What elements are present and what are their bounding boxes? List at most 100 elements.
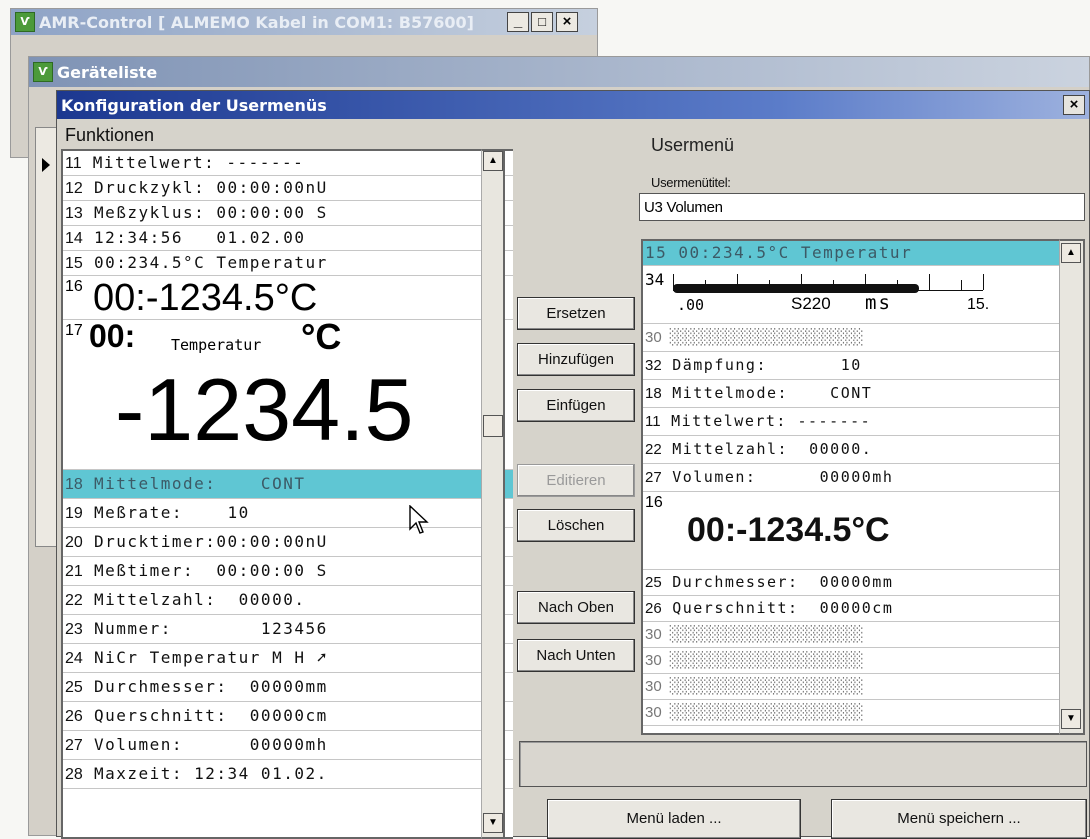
dialog-close-button[interactable]: × [1063, 95, 1085, 115]
item-text: Dämpfung: 10 [672, 356, 862, 374]
list-item[interactable]: 18 Mittelmode: CONT [643, 380, 1061, 408]
item-number: 16 [65, 278, 83, 295]
item-number: 26 [65, 708, 83, 725]
item-text: Mittelzahl: 00000. [672, 440, 873, 458]
list-item[interactable]: 28 Maxzeit: 12:34 01.02. [63, 760, 513, 789]
item-number: 26 [645, 600, 662, 617]
maximize-button[interactable]: □ [531, 12, 553, 32]
scrollbar-thumb[interactable] [483, 415, 503, 437]
einfuegen-button[interactable]: Einfügen [517, 389, 635, 422]
list-item[interactable]: 23 Nummer: 123456 [63, 615, 513, 644]
scroll-down-icon[interactable]: ▼ [1061, 709, 1081, 729]
hinzufuegen-button[interactable]: Hinzufügen [517, 343, 635, 376]
item-number: 22 [645, 441, 662, 458]
item-number: 25 [645, 574, 662, 591]
item-number: 30 [645, 329, 662, 346]
usermenu-title-input[interactable] [639, 193, 1085, 221]
list-item-16[interactable]: 16 00:-1234.5°C [643, 492, 1061, 570]
item-text: ░░░░░░░░░░░░░░░░░░░░░░░░ [669, 677, 864, 695]
list-item[interactable]: 18 Mittelmode: CONT [63, 470, 513, 499]
item-text: Querschnitt: 00000cm [672, 599, 894, 617]
geraeteliste-titlebar[interactable]: Ѵ Geräteliste [29, 57, 1089, 87]
bargraph-tick [833, 280, 834, 290]
functions-list[interactable]: 11 Mittelwert: ------- 12 Druckzykl: 00:0… [61, 149, 513, 839]
loeschen-button[interactable]: Löschen [517, 509, 635, 542]
nach-unten-button[interactable]: Nach Unten [517, 639, 635, 672]
item-number: 32 [645, 357, 662, 374]
list-item[interactable]: 32 Dämpfung: 10 [643, 352, 1061, 380]
list-item[interactable]: 30 ░░░░░░░░░░░░░░░░░░░░░░░░ [643, 324, 1061, 352]
editieren-button[interactable]: Editieren [517, 464, 635, 497]
usermenu-list[interactable]: 15 00:234.5°C Temperatur 34 .00 S220 ms … [641, 239, 1061, 735]
item-text: Maxzeit: 12:34 01.02. [93, 764, 328, 783]
list-item[interactable]: 22 Mittelzahl: 00000. [643, 436, 1061, 464]
list-item[interactable]: 20 Drucktimer:00:00:00nU [63, 528, 513, 557]
bargraph-max-label: 15. [967, 296, 990, 313]
scroll-up-icon[interactable]: ▲ [1061, 243, 1081, 263]
channel-prefix: 00: [89, 318, 136, 354]
list-item-16[interactable]: 16 00:-1234.5°C [63, 276, 513, 320]
list-item[interactable]: 30 ░░░░░░░░░░░░░░░░░░░░░░░░ [643, 674, 1061, 700]
list-item[interactable]: 14 12:34:56 01.02.00 [63, 226, 513, 251]
list-item[interactable]: 11 Mittelwert: ------- [63, 151, 513, 176]
list-item[interactable]: 30 ░░░░░░░░░░░░░░░░░░░░░░░░ [643, 648, 1061, 674]
large-reading: 00:-1234.5°C [687, 511, 890, 549]
bargraph-tick [983, 274, 984, 290]
usermenu-title-label: Usermenütitel: [651, 175, 731, 190]
bargraph-tick [673, 274, 674, 290]
menu-laden-button[interactable]: Menü laden ... [547, 799, 801, 839]
list-item[interactable]: 15 00:234.5°C Temperatur [63, 251, 513, 276]
list-item-34-bargraph[interactable]: 34 .00 S220 ms 15. [643, 266, 1061, 324]
mouse-cursor-icon [409, 505, 429, 534]
item-text: Druckzykl: 00:00:00nU [93, 178, 328, 197]
list-item[interactable]: 27 Volumen: 00000mh [643, 464, 1061, 492]
list-item-17[interactable]: 17 00: Temperatur °C -1234.5 [63, 316, 513, 470]
item-text: ░░░░░░░░░░░░░░░░░░░░░░░░ [669, 625, 864, 643]
ersetzen-button[interactable]: Ersetzen [517, 297, 635, 330]
list-item[interactable]: 25 Durchmesser: 00000mm [63, 673, 513, 702]
item-text: Drucktimer:00:00:00nU [93, 532, 328, 551]
list-item-selected[interactable]: 15 00:234.5°C Temperatur [643, 241, 1061, 266]
dialog-titlebar[interactable]: Konfiguration der Usermenüs [57, 91, 1089, 119]
item-text: Mittelmode: CONT [93, 474, 306, 493]
item-number: 21 [65, 563, 83, 580]
item-number: 22 [65, 592, 83, 609]
item-number: 17 [65, 322, 83, 339]
item-number: 34 [645, 270, 665, 289]
list-item[interactable]: 22 Mittelzahl: 00000. [63, 586, 513, 615]
item-text: Durchmesser: 00000mm [672, 573, 894, 591]
item-number: 30 [645, 704, 662, 721]
bargraph-tick [865, 274, 866, 290]
usermenu-scrollbar[interactable]: ▲ ▼ [1059, 239, 1085, 735]
list-item[interactable]: 19 Meßrate: 10 [63, 499, 513, 528]
list-item[interactable]: 11 Mittelwert: ------- [643, 408, 1061, 436]
item-number: 24 [65, 650, 83, 667]
row-pointer-icon [42, 158, 50, 172]
list-item[interactable]: 26 Querschnitt: 00000cm [643, 596, 1061, 622]
bargraph-min-label: .00 [677, 296, 705, 314]
list-item[interactable]: 24 NiCr Temperatur M H ➚ [63, 644, 513, 673]
scroll-up-icon[interactable]: ▲ [483, 151, 503, 171]
list-item[interactable]: 13 Meßzyklus: 00:00:00 S [63, 201, 513, 226]
channel-label: Temperatur [171, 336, 262, 354]
item-number: 16 [645, 494, 663, 511]
app-logo-icon: Ѵ [15, 12, 35, 32]
scroll-down-icon[interactable]: ▼ [483, 813, 503, 833]
list-item[interactable]: 30 ░░░░░░░░░░░░░░░░░░░░░░░░ [643, 700, 1061, 726]
item-text: Volumen: 00000mh [93, 735, 328, 754]
list-item[interactable]: 27 Volumen: 00000mh [63, 731, 513, 760]
list-item[interactable]: 12 Druckzykl: 00:00:00nU [63, 176, 513, 201]
item-number: 19 [65, 505, 83, 522]
item-number: 20 [65, 534, 83, 551]
menu-speichern-button[interactable]: Menü speichern ... [831, 799, 1087, 839]
nach-oben-button[interactable]: Nach Oben [517, 591, 635, 624]
list-item[interactable]: 25 Durchmesser: 00000mm [643, 570, 1061, 596]
list-item[interactable]: 21 Meßtimer: 00:00:00 S [63, 557, 513, 586]
list-item[interactable]: 30 ░░░░░░░░░░░░░░░░░░░░░░░░ [643, 622, 1061, 648]
close-button[interactable]: × [556, 12, 578, 32]
minimize-button[interactable]: _ [507, 12, 529, 32]
bargraph-value-label: S220 [791, 294, 831, 313]
large-reading: 00:-1234.5°C [93, 277, 318, 319]
functions-scrollbar[interactable]: ▲ ▼ [481, 149, 505, 839]
list-item[interactable]: 26 Querschnitt: 00000cm [63, 702, 513, 731]
